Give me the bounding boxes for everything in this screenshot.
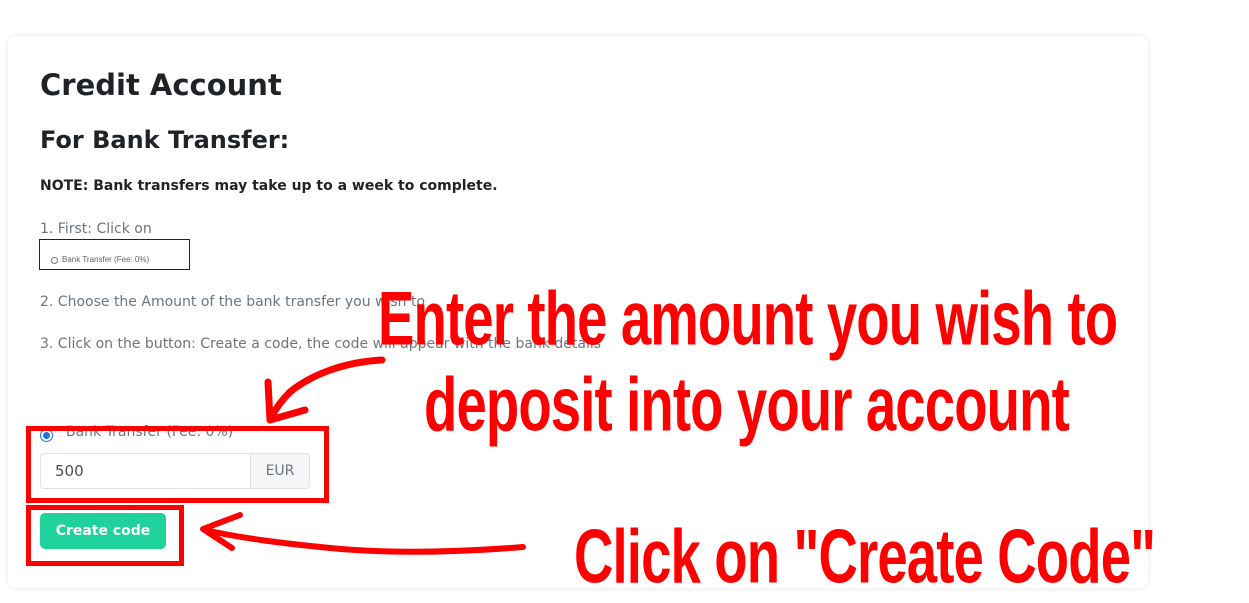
currency-label: EUR	[250, 453, 310, 489]
amount-input[interactable]	[40, 453, 250, 489]
section-title: For Bank Transfer:	[40, 126, 290, 154]
annotation-click-create-code: Click on "Create Code"	[574, 515, 1156, 600]
page-title: Credit Account	[40, 68, 282, 102]
annotation-enter-amount-line2: deposit into your account	[424, 363, 1070, 448]
bank-transfer-radio[interactable]	[40, 429, 53, 442]
transfer-note: NOTE: Bank transfers may take up to a we…	[40, 178, 498, 194]
instruction-step-2: 2. Choose the Amount of the bank transfe…	[40, 294, 426, 310]
instruction-screenshot-label: Bank Transfer (Fee: 0%)	[62, 255, 150, 264]
instruction-step-1: 1. First: Click on	[40, 221, 152, 237]
create-code-button[interactable]: Create code	[40, 513, 166, 549]
radio-icon	[51, 257, 58, 264]
instruction-screenshot: Bank Transfer (Fee: 0%)	[39, 239, 190, 270]
annotation-enter-amount-line1: Enter the amount you wish to	[378, 277, 1118, 362]
bank-transfer-label: Bank Transfer (Fee: 0%)	[66, 424, 234, 440]
